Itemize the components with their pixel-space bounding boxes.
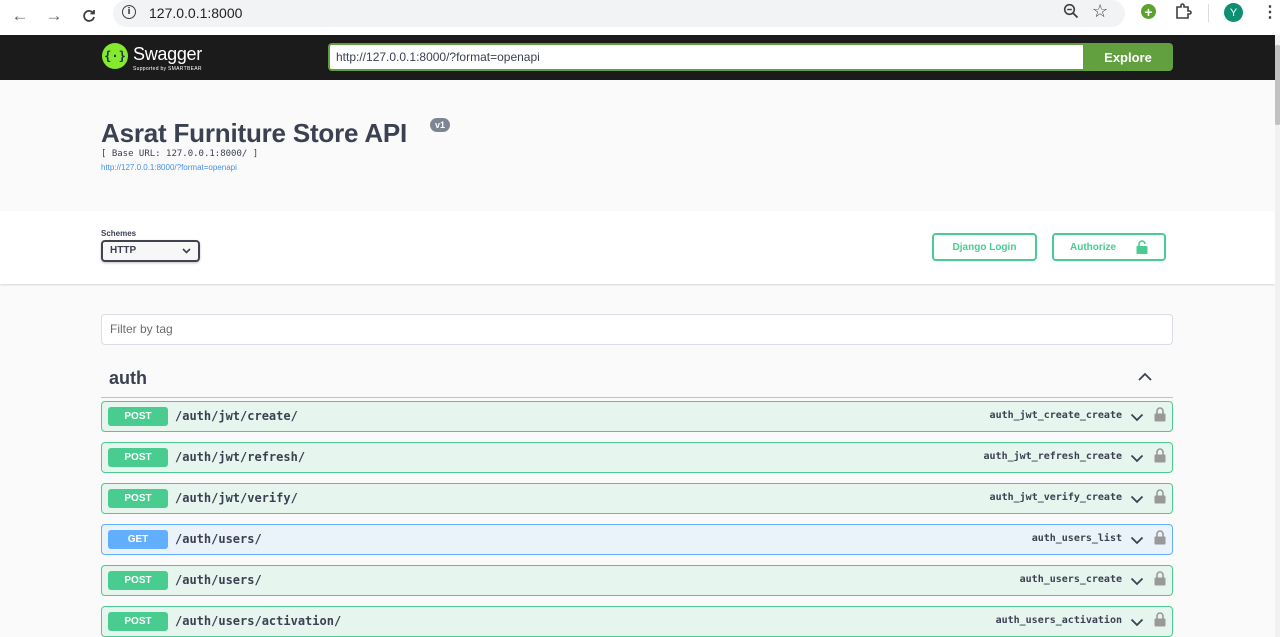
lock-icon[interactable] xyxy=(1154,407,1166,422)
operation-path: /auth/users/ xyxy=(175,532,262,546)
method-badge: POST xyxy=(108,612,168,631)
chevron-down-icon[interactable] xyxy=(1130,574,1144,588)
spec-url-input[interactable]: http://127.0.0.1:8000/?format=openapi xyxy=(328,43,1084,71)
operation-id: auth_jwt_refresh_create xyxy=(983,451,1122,462)
forward-icon[interactable]: → xyxy=(42,4,66,28)
chevron-down-icon xyxy=(182,242,191,267)
star-icon[interactable]: ☆ xyxy=(1092,1,1108,22)
schemes-select[interactable]: HTTP xyxy=(101,240,200,262)
logo-text[interactable]: Swagger xyxy=(133,44,202,65)
chevron-down-icon[interactable] xyxy=(1130,533,1144,547)
back-icon[interactable]: ← xyxy=(8,4,32,28)
lock-icon[interactable] xyxy=(1154,530,1166,545)
lock-icon[interactable] xyxy=(1154,612,1166,627)
method-badge: GET xyxy=(108,530,168,549)
method-badge: POST xyxy=(108,489,168,508)
lock-icon xyxy=(1136,240,1148,254)
operation-row[interactable]: POST /auth/users/ auth_users_create xyxy=(101,565,1173,596)
page-title: Asrat Furniture Store API xyxy=(101,118,408,148)
chevron-up-icon[interactable] xyxy=(1137,369,1153,385)
operation-row[interactable]: POST /auth/users/activation/ auth_users_… xyxy=(101,606,1173,637)
zoom-icon[interactable] xyxy=(1063,3,1079,24)
operation-id: auth_users_create xyxy=(1019,574,1122,585)
browser-toolbar: ← → i 127.0.0.1:8000 ☆ + Y ⋮ xyxy=(0,0,1280,35)
chevron-down-icon[interactable] xyxy=(1130,615,1144,629)
operation-row[interactable]: POST /auth/jwt/refresh/ auth_jwt_refresh… xyxy=(101,442,1173,473)
operation-path: /auth/jwt/refresh/ xyxy=(175,450,306,464)
method-badge: POST xyxy=(108,448,168,467)
extension-icon[interactable]: + xyxy=(1141,4,1156,19)
method-badge: POST xyxy=(108,407,168,426)
operation-path: /auth/users/ xyxy=(175,573,262,587)
scheme-container: Schemes HTTP Django Login Authorize xyxy=(0,211,1275,284)
schemes-selected-value: HTTP xyxy=(110,245,137,256)
operation-id: auth_users_activation xyxy=(995,615,1122,626)
operation-path: /auth/jwt/verify/ xyxy=(175,491,298,505)
info-icon[interactable]: i xyxy=(122,5,136,19)
scrollbar-thumb[interactable] xyxy=(1275,45,1280,125)
avatar[interactable]: Y xyxy=(1224,3,1243,22)
method-badge: POST xyxy=(108,571,168,590)
swagger-topbar: {·} Swagger Supported by SMARTBEAR http:… xyxy=(0,35,1275,80)
explore-button[interactable]: Explore xyxy=(1083,43,1173,71)
operation-id: auth_users_list xyxy=(1031,533,1122,544)
operation-id: auth_jwt_create_create xyxy=(989,410,1122,421)
address-bar[interactable]: i 127.0.0.1:8000 ☆ xyxy=(113,0,1125,27)
logo-subtitle: Supported by SMARTBEAR xyxy=(133,66,202,72)
lock-icon[interactable] xyxy=(1154,489,1166,504)
version-badge: v1 xyxy=(430,118,451,132)
chevron-down-icon[interactable] xyxy=(1130,492,1144,506)
tag-section-header[interactable]: auth xyxy=(101,362,1173,398)
tag-name: auth xyxy=(109,368,147,388)
operation-row[interactable]: GET /auth/users/ auth_users_list xyxy=(101,524,1173,555)
toolbar-divider xyxy=(1208,4,1209,22)
chevron-down-icon[interactable] xyxy=(1130,451,1144,465)
lock-icon[interactable] xyxy=(1154,571,1166,586)
base-url: [ Base URL: 127.0.0.1:8000/ ] xyxy=(101,149,259,159)
swagger-logo-icon[interactable]: {·} xyxy=(102,43,128,69)
page-scrollbar[interactable] xyxy=(1275,35,1280,637)
django-login-button[interactable]: Django Login xyxy=(932,233,1037,261)
operation-path: /auth/jwt/create/ xyxy=(175,409,298,423)
filter-by-tag-input[interactable]: Filter by tag xyxy=(101,314,1173,345)
lock-icon[interactable] xyxy=(1154,448,1166,463)
address-url[interactable]: 127.0.0.1:8000 xyxy=(149,5,242,21)
authorize-label: Authorize xyxy=(1070,242,1117,253)
reload-icon[interactable] xyxy=(77,4,101,28)
authorize-button[interactable]: Authorize xyxy=(1052,233,1166,261)
chevron-down-icon[interactable] xyxy=(1130,410,1144,424)
menu-icon[interactable]: ⋮ xyxy=(1262,2,1278,22)
operation-row[interactable]: POST /auth/jwt/create/ auth_jwt_create_c… xyxy=(101,401,1173,432)
schemes-label: Schemes xyxy=(101,229,137,238)
api-info: Asrat Furniture Store API v1 [ Base URL:… xyxy=(0,80,1275,211)
operation-id: auth_jwt_verify_create xyxy=(989,492,1122,503)
operation-row[interactable]: POST /auth/jwt/verify/ auth_jwt_verify_c… xyxy=(101,483,1173,514)
operation-path: /auth/users/activation/ xyxy=(175,614,342,628)
puzzle-icon[interactable] xyxy=(1174,2,1192,20)
spec-link[interactable]: http://127.0.0.1:8000/?format=openapi xyxy=(101,163,237,172)
